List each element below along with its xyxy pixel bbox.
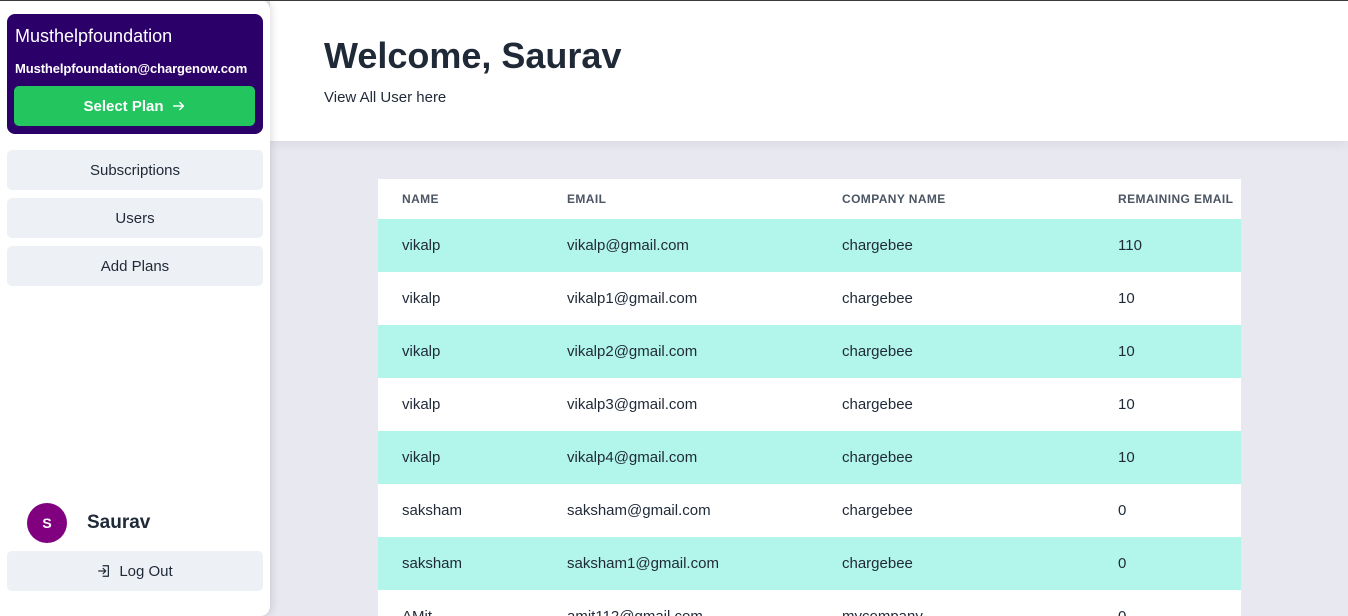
cell-company: chargebee xyxy=(842,396,913,413)
page-subtitle: View All User here xyxy=(324,89,447,106)
cell-remaining-email: 10 xyxy=(1118,396,1135,413)
cell-remaining-email: 10 xyxy=(1118,290,1135,307)
table-row[interactable]: vikalp vikalp3@gmail.com chargebee 10 xyxy=(378,378,1241,431)
nav-add-plans-button[interactable]: Add Plans xyxy=(7,246,263,286)
table-row[interactable]: saksham saksham@gmail.com chargebee 0 xyxy=(378,484,1241,537)
cell-remaining-email: 0 xyxy=(1118,502,1127,519)
cell-name: saksham xyxy=(402,502,463,519)
cell-company: chargebee xyxy=(818,325,1094,378)
cell-company: chargebee xyxy=(842,502,913,519)
arrow-right-icon xyxy=(172,101,184,111)
cell-email: vikalp1@gmail.com xyxy=(567,290,698,307)
cell-remaining-email: 0 xyxy=(1094,590,1241,616)
cell-name: vikalp xyxy=(378,219,543,272)
cell-company: mycompany xyxy=(818,590,1094,616)
cell-name: vikalp xyxy=(378,325,543,378)
cell-email: vikalp4@gmail.com xyxy=(543,431,818,484)
avatar: S xyxy=(27,503,67,543)
column-header-company-name[interactable]: COMPANY NAME xyxy=(818,179,1094,219)
cell-email: vikalp2@gmail.com xyxy=(543,325,818,378)
cell-email: saksham1@gmail.com xyxy=(543,537,818,590)
cell-email: saksham@gmail.com xyxy=(567,502,711,519)
table-row[interactable]: AMit amit112@gmail.com mycompany 0 xyxy=(378,590,1241,616)
logout-icon xyxy=(98,565,110,577)
cell-name: saksham xyxy=(378,537,543,590)
user-name: Saurav xyxy=(87,512,151,533)
users-table-container: NAME EMAIL COMPANY NAME REMAINING EMAIL … xyxy=(378,179,1241,616)
cell-email: vikalp3@gmail.com xyxy=(567,396,698,413)
page-header: Welcome, Saurav View All User here xyxy=(270,1,1348,141)
cell-email: amit112@gmail.com xyxy=(543,590,818,616)
cell-name: vikalp xyxy=(402,396,441,413)
top-border xyxy=(0,0,1348,1)
sidebar: Musthelpfoundation Musthelpfoundation@ch… xyxy=(0,0,270,616)
cell-remaining-email: 10 xyxy=(1094,325,1241,378)
column-header-remaining-email[interactable]: REMAINING EMAIL xyxy=(1094,179,1241,219)
page-title: Welcome, Saurav xyxy=(324,35,622,76)
organization-email: Musthelpfoundation@chargenow.com xyxy=(15,61,248,76)
logout-label: Log Out xyxy=(119,562,173,580)
select-plan-button[interactable]: Select Plan xyxy=(14,86,255,126)
cell-company: chargebee xyxy=(818,537,1094,590)
cell-remaining-email: 0 xyxy=(1094,537,1241,590)
nav-users-button[interactable]: Users xyxy=(7,198,263,238)
cell-email: vikalp@gmail.com xyxy=(543,219,818,272)
select-plan-label: Select Plan xyxy=(83,97,164,115)
cell-name: vikalp xyxy=(378,431,543,484)
nav-subscriptions-button[interactable]: Subscriptions xyxy=(7,150,263,190)
table-header-row: NAME EMAIL COMPANY NAME REMAINING EMAIL xyxy=(378,179,1241,219)
organization-card: Musthelpfoundation Musthelpfoundation@ch… xyxy=(7,14,263,134)
cell-company: chargebee xyxy=(842,290,913,307)
cell-remaining-email: 10 xyxy=(1094,431,1241,484)
cell-company: chargebee xyxy=(818,431,1094,484)
users-table: NAME EMAIL COMPANY NAME REMAINING EMAIL … xyxy=(378,179,1241,616)
column-header-email[interactable]: EMAIL xyxy=(543,179,818,219)
logout-button[interactable]: Log Out xyxy=(7,551,263,591)
table-row[interactable]: vikalp vikalp4@gmail.com chargebee 10 xyxy=(378,431,1241,484)
current-user: S Saurav xyxy=(27,503,150,543)
cell-remaining-email: 110 xyxy=(1094,219,1241,272)
column-header-name[interactable]: NAME xyxy=(378,179,543,219)
table-row[interactable]: vikalp vikalp2@gmail.com chargebee 10 xyxy=(378,325,1241,378)
cell-name: AMit xyxy=(378,590,543,616)
cell-company: chargebee xyxy=(818,219,1094,272)
cell-name: vikalp xyxy=(402,290,441,307)
organization-name: Musthelpfoundation xyxy=(15,26,173,46)
table-row[interactable]: vikalp vikalp1@gmail.com chargebee 10 xyxy=(378,272,1241,325)
table-row[interactable]: saksham saksham1@gmail.com chargebee 0 xyxy=(378,537,1241,590)
table-row[interactable]: vikalp vikalp@gmail.com chargebee 110 xyxy=(378,219,1241,272)
